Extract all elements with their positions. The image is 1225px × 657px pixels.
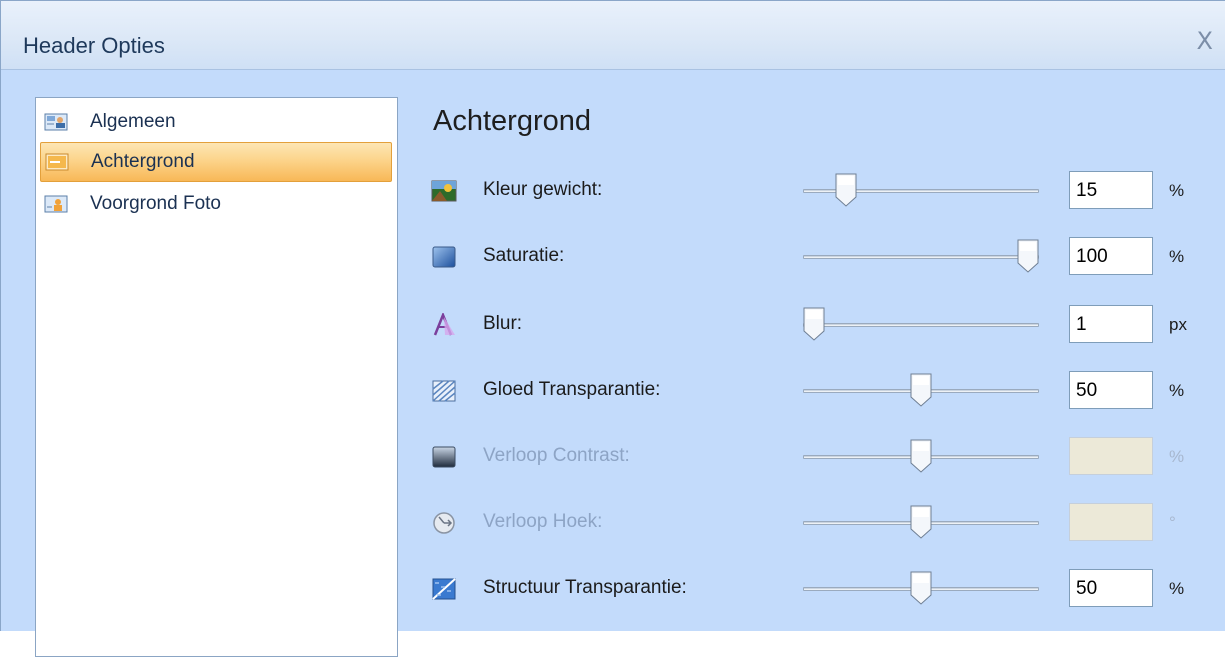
setting-label: Structuur Transparantie: [483, 577, 687, 598]
unit-label: px [1169, 315, 1187, 334]
section-title: Achtergrond [433, 105, 591, 137]
unit-label: % [1169, 381, 1185, 400]
setting-row-verloop-hoek: Verloop Hoek: ° [431, 503, 1201, 543]
slider-thumb[interactable] [910, 571, 932, 605]
setting-row-saturatie: Saturatie: 100 % [431, 237, 1201, 277]
sidebar-item-algemeen[interactable]: Algemeen [40, 102, 392, 142]
setting-label: Kleur gewicht: [483, 179, 603, 200]
setting-row-gloed-transparantie: Gloed Transparantie: 50 % [431, 371, 1201, 411]
dialog-title: Header Opties [23, 33, 165, 58]
slider-track[interactable] [803, 255, 1039, 259]
gloed-transparantie-input[interactable]: 50 [1069, 371, 1153, 409]
setting-row-kleur-gewicht: Kleur gewicht: 15 % [431, 171, 1201, 211]
unit-label: % [1169, 447, 1185, 466]
saturation-icon [432, 246, 456, 268]
unit-label: % [1169, 579, 1185, 598]
blur-input[interactable]: 1 [1069, 305, 1153, 343]
category-list: Algemeen Achtergrond Voorgrond Foto [35, 97, 398, 657]
structuur-transparantie-input[interactable]: 50 [1069, 569, 1153, 607]
setting-label: Gloed Transparantie: [483, 379, 661, 400]
sidebar-item-label: Voorgrond Foto [90, 193, 221, 214]
header-options-dialog: Header Opties X Algemeen Achtergrond Voo… [0, 0, 1225, 657]
setting-label: Saturatie: [483, 245, 565, 266]
gradient-contrast-icon [432, 446, 456, 468]
glow-transparency-icon [432, 380, 456, 402]
setting-label: Verloop Hoek: [483, 511, 603, 532]
setting-row-structuur-transparantie: Structuur Transparantie: 50 % [431, 569, 1201, 609]
blur-icon [433, 313, 455, 336]
title-bar: Header Opties X [1, 1, 1225, 70]
slider-thumb[interactable] [803, 307, 825, 341]
unit-label: ° [1169, 513, 1176, 532]
unit-label: % [1169, 181, 1185, 200]
slider-thumb[interactable] [835, 173, 857, 207]
texture-transparency-icon [432, 578, 456, 600]
foreground-photo-icon [44, 195, 68, 213]
slider-thumb[interactable] [910, 439, 932, 473]
setting-label: Verloop Contrast: [483, 445, 630, 466]
kleur-gewicht-input[interactable]: 15 [1069, 171, 1153, 209]
sidebar-item-label: Algemeen [90, 111, 176, 132]
gradient-angle-icon [433, 512, 455, 534]
sidebar-item-voorgrond-foto[interactable]: Voorgrond Foto [40, 184, 392, 224]
saturatie-input[interactable]: 100 [1069, 237, 1153, 275]
color-weight-icon [431, 180, 457, 202]
setting-row-verloop-contrast: Verloop Contrast: % [431, 437, 1201, 477]
verloop-hoek-input[interactable] [1069, 503, 1153, 541]
sidebar-item-achtergrond[interactable]: Achtergrond [40, 142, 392, 182]
slider-thumb[interactable] [910, 505, 932, 539]
slider-thumb[interactable] [1017, 239, 1039, 273]
unit-label: % [1169, 247, 1185, 266]
setting-label: Blur: [483, 313, 523, 334]
slider-track[interactable] [803, 323, 1039, 327]
general-icon [44, 113, 68, 131]
close-icon[interactable]: X [1197, 27, 1213, 55]
sidebar-item-label: Achtergrond [91, 151, 195, 172]
slider-thumb[interactable] [910, 373, 932, 407]
setting-row-blur: Blur: 1 px [431, 305, 1201, 345]
verloop-contrast-input[interactable] [1069, 437, 1153, 475]
background-icon [45, 153, 69, 171]
